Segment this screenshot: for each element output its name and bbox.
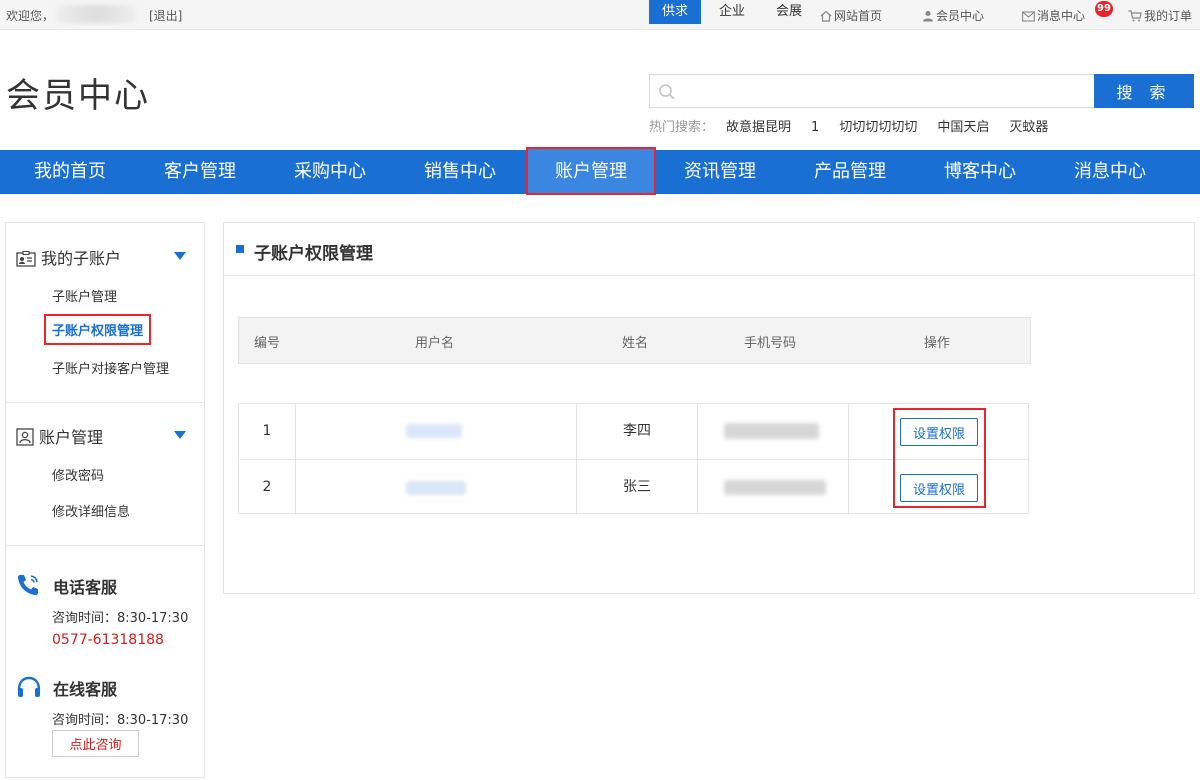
page-title: 会员中心 [6, 76, 150, 116]
search-input[interactable] [680, 75, 1090, 107]
nav-sales-center[interactable]: 销售中心 [395, 150, 525, 194]
sidebar-group-account[interactable]: 账户管理 [16, 424, 103, 448]
cell-name: 李四 [576, 404, 697, 459]
table-header: 编号 用户名 姓名 手机号码 操作 [238, 317, 1031, 364]
panel-title: 子账户权限管理 [254, 244, 373, 264]
hot-keyword[interactable]: 故意据昆明 [726, 120, 791, 135]
hot-keyword[interactable]: 中国天启 [937, 120, 989, 135]
nav-blog-center[interactable]: 博客中心 [915, 150, 1045, 194]
logout-link[interactable]: [退出] [149, 7, 182, 24]
message-count-badge: 99 [1095, 1, 1113, 17]
id-card-icon [16, 250, 36, 267]
search-button[interactable]: 搜 索 [1094, 74, 1194, 108]
cell-username [295, 404, 576, 459]
my-orders-label: 我的订单 [1144, 9, 1193, 23]
main-panel: 子账户权限管理 编号 用户名 姓名 手机号码 操作 1 李四 设置权限 2 张三… [223, 222, 1195, 594]
sidebar-item-change-password[interactable]: 修改密码 [52, 465, 104, 484]
search-tab-exhibition[interactable]: 会展 [763, 0, 815, 24]
divider [6, 545, 204, 546]
phone-service-hours: 咨询时间：8:30-17:30 [52, 611, 189, 626]
top-bar: 欢迎您， [退出] 网站首页 会员中心 消息中心 99 我的订单 [0, 0, 1200, 30]
hot-search-label: 热门搜索： [649, 120, 715, 135]
search-box [649, 74, 1095, 108]
collapse-arrow-icon[interactable] [174, 252, 186, 260]
sidebar-item-sub-account-customers[interactable]: 子账户对接客户管理 [52, 358, 169, 377]
cell-name: 张三 [576, 460, 697, 515]
hot-keyword[interactable]: 1 [811, 120, 819, 135]
sidebar-group-label: 我的子账户 [41, 249, 122, 268]
column-header-name: 姓名 [622, 336, 649, 351]
nav-message-center[interactable]: 消息中心 [1045, 150, 1175, 194]
sidebar-item-sub-account-permissions[interactable]: 子账户权限管理 [44, 314, 152, 345]
username-redacted [406, 424, 462, 438]
hot-search: 热门搜索： 故意据昆明 1 切切切切切切 中国天启 灭蚊器 [649, 116, 1048, 135]
search-tab-company[interactable]: 企业 [707, 0, 757, 24]
my-orders-link[interactable]: 我的订单 [1128, 7, 1192, 24]
phone-number[interactable]: 0577-61318188 [52, 632, 164, 648]
username-blurred [56, 5, 136, 23]
cell-phone [697, 404, 848, 459]
cell-id: 1 [262, 423, 272, 439]
phone-icon [18, 575, 38, 595]
column-header-username: 用户名 [415, 336, 455, 351]
consult-button[interactable]: 点此咨询 [52, 730, 139, 757]
online-service-hours: 咨询时间：8:30-17:30 [52, 713, 189, 728]
site-home-link[interactable]: 网站首页 [820, 7, 882, 24]
nav-account-management[interactable]: 账户管理 [526, 147, 656, 195]
mail-icon [1022, 11, 1035, 22]
search-tab-supply[interactable]: 供求 [649, 0, 701, 24]
member-center-link[interactable]: 会员中心 [922, 7, 984, 24]
account-icon [16, 428, 34, 446]
sidebar: 我的子账户 子账户管理 子账户权限管理 子账户对接客户管理 账户管理 修改密码 … [5, 222, 205, 778]
username-redacted [406, 481, 466, 495]
phone-redacted [724, 480, 826, 495]
title-marker [236, 245, 244, 253]
column-header-phone: 手机号码 [744, 336, 797, 351]
divider [6, 402, 204, 403]
cell-id: 2 [262, 479, 272, 495]
site-home-label: 网站首页 [834, 9, 883, 23]
action-highlight-box [893, 408, 986, 508]
member-center-label: 会员中心 [936, 9, 985, 23]
cart-icon [1128, 10, 1142, 22]
cell-phone [697, 460, 848, 515]
phone-redacted [724, 423, 819, 439]
hot-keyword[interactable]: 灭蚊器 [1009, 120, 1048, 135]
nav-my-home[interactable]: 我的首页 [5, 150, 135, 194]
column-header-id: 编号 [254, 336, 281, 351]
message-center-link[interactable]: 消息中心 [1022, 7, 1085, 24]
cell-username [295, 460, 576, 515]
online-service-title: 在线客服 [53, 680, 118, 699]
search-icon [659, 84, 675, 100]
nav-customer-management[interactable]: 客户管理 [135, 150, 265, 194]
sidebar-group-sub-accounts[interactable]: 我的子账户 [16, 245, 121, 269]
hot-keyword[interactable]: 切切切切切切 [839, 120, 917, 135]
headset-icon [17, 676, 41, 697]
nav-news-management[interactable]: 资讯管理 [655, 150, 785, 194]
column-header-action: 操作 [924, 336, 951, 351]
welcome-text: 欢迎您， [6, 9, 55, 23]
user-icon [923, 11, 933, 22]
panel-header: 子账户权限管理 [224, 223, 1194, 276]
nav-purchase-center[interactable]: 采购中心 [265, 150, 395, 194]
sidebar-item-sub-account-management[interactable]: 子账户管理 [52, 286, 117, 305]
sidebar-item-edit-details[interactable]: 修改详细信息 [52, 501, 130, 520]
nav-product-management[interactable]: 产品管理 [785, 150, 915, 194]
message-center-label: 消息中心 [1037, 9, 1086, 23]
collapse-arrow-icon[interactable] [174, 431, 186, 439]
home-icon [820, 10, 832, 22]
sidebar-group-label: 账户管理 [39, 428, 104, 447]
main-nav: 我的首页 客户管理 采购中心 销售中心 账户管理 资讯管理 产品管理 博客中心 … [0, 147, 1200, 195]
phone-service-title: 电话客服 [53, 578, 118, 597]
